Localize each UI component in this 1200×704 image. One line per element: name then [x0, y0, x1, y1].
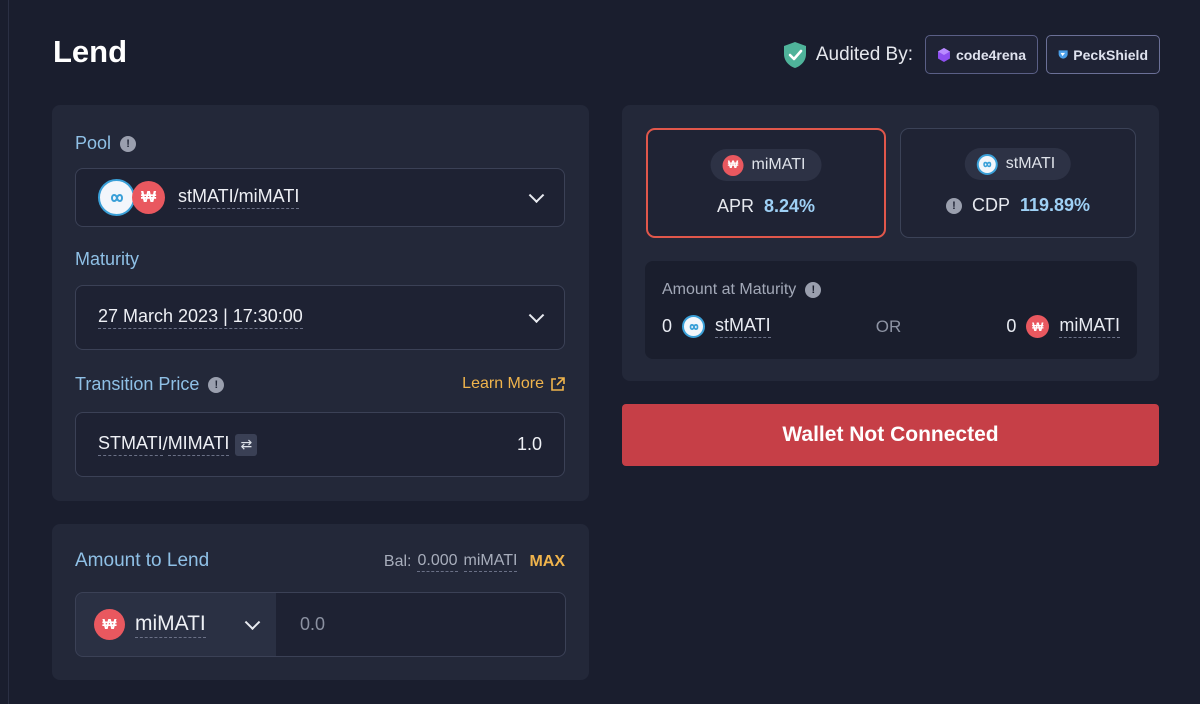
- pool-label-row: Pool !: [75, 133, 137, 154]
- apr-token-pill: ₩ miMATI: [710, 149, 822, 181]
- page-title: Lend: [53, 34, 128, 69]
- chevron-down-icon: [244, 613, 261, 630]
- stmati-token-icon: [976, 153, 998, 175]
- transition-price-label: Transition Price: [75, 374, 200, 394]
- stmati-token-icon: [98, 179, 135, 216]
- maturity-right-token: miMATI: [1059, 315, 1120, 338]
- stats-card: ₩ miMATI APR 8.24% stMATI ! CDP 119.89% …: [622, 105, 1159, 381]
- or-separator: OR: [875, 316, 902, 336]
- balance-value: 0.000: [417, 552, 458, 572]
- maturity-right-side: 0 ₩ miMATI: [1006, 315, 1120, 338]
- maturity-info-icon[interactable]: !: [805, 282, 822, 298]
- transition-pair-left: STMATI: [98, 433, 163, 456]
- cdp-info-icon[interactable]: !: [945, 197, 962, 214]
- apr-stat-box[interactable]: ₩ miMATI APR 8.24%: [646, 128, 886, 238]
- stmati-token-icon: [682, 315, 706, 338]
- amount-to-lend-label: Amount to Lend: [75, 550, 210, 571]
- wallet-not-connected-button[interactable]: Wallet Not Connected: [622, 404, 1159, 466]
- swap-icon[interactable]: ⇄: [235, 433, 258, 456]
- code4rena-badge[interactable]: code4rena: [925, 35, 1038, 74]
- mimati-token-icon: ₩: [94, 609, 125, 640]
- cdp-value: 119.89%: [1019, 195, 1091, 215]
- peckshield-label: PeckShield: [1073, 46, 1148, 63]
- cdp-token-pill: stMATI: [964, 148, 1072, 180]
- cdp-token-label: stMATI: [1005, 155, 1056, 172]
- balance-token: miMATI: [463, 552, 518, 572]
- apr-value: 8.24%: [763, 196, 816, 216]
- mimati-token-icon: ₩: [722, 154, 744, 176]
- pool-info-icon[interactable]: !: [120, 135, 137, 152]
- mimati-token-icon: ₩: [132, 181, 165, 214]
- apr-line: APR 8.24%: [648, 196, 884, 217]
- cdp-line: ! CDP 119.89%: [901, 195, 1135, 216]
- token-select-label: miMATI: [135, 612, 206, 638]
- cdp-stat-box[interactable]: stMATI ! CDP 119.89%: [900, 128, 1136, 238]
- apr-token-label: miMATI: [751, 156, 806, 173]
- maturity-right-value: 0: [1006, 316, 1017, 336]
- balance-prefix: Bal:: [383, 553, 412, 570]
- transition-price-value: 1.0: [516, 434, 542, 454]
- balance-row: Bal: 0.000 miMATI MAX: [384, 552, 565, 572]
- chevron-down-icon: [528, 306, 545, 323]
- maturity-left-value: 0: [662, 316, 673, 336]
- amount-input[interactable]: [276, 592, 566, 657]
- transition-pair-right: MIMATI: [167, 433, 230, 456]
- token-select[interactable]: ₩ miMATI: [75, 592, 277, 657]
- peckshield-logo-icon: [1058, 50, 1068, 59]
- amount-at-maturity-label: Amount at Maturity: [662, 281, 797, 298]
- amount-at-maturity-row: 0 stMATI OR 0 ₩ miMATI: [662, 315, 1120, 338]
- learn-more-link[interactable]: Learn More: [462, 375, 565, 393]
- external-link-icon: [551, 376, 565, 391]
- peckshield-badge[interactable]: PeckShield: [1046, 35, 1160, 74]
- chevron-down-icon: [528, 186, 545, 203]
- audited-by-section: Audited By: code4rena PeckShield: [782, 35, 1160, 74]
- amount-at-maturity-label-row: Amount at Maturity !: [662, 281, 822, 299]
- transition-price-field[interactable]: STMATI / MIMATI ⇄ 1.0: [75, 412, 565, 477]
- shield-check-icon: [783, 41, 806, 68]
- pool-select[interactable]: ₩ stMATI/miMATI: [75, 168, 565, 227]
- cdp-label: CDP: [971, 195, 1010, 215]
- maturity-left-side: 0 stMATI: [662, 315, 771, 338]
- transition-info-icon[interactable]: !: [208, 376, 225, 393]
- learn-more-label: Learn More: [462, 375, 544, 392]
- left-edge-divider: [8, 0, 9, 704]
- amount-at-maturity-panel: Amount at Maturity ! 0 stMATI OR 0 ₩ miM…: [645, 261, 1137, 359]
- pool-value: stMATI/miMATI: [178, 186, 300, 209]
- transition-label-row: Transition Price !: [75, 374, 225, 395]
- apr-label: APR: [716, 196, 754, 216]
- max-button[interactable]: MAX: [529, 553, 565, 571]
- audited-by-label: Audited By:: [815, 43, 913, 65]
- amount-card: Amount to Lend Bal: 0.000 miMATI MAX ₩ m…: [52, 524, 589, 680]
- mimati-token-icon: ₩: [1026, 315, 1050, 338]
- code4rena-label: code4rena: [955, 46, 1026, 63]
- maturity-left-token: stMATI: [715, 315, 771, 338]
- pool-label: Pool: [75, 133, 112, 153]
- maturity-value: 27 March 2023 | 17:30:00: [98, 306, 303, 329]
- lend-settings-card: Pool ! ₩ stMATI/miMATI Maturity 27 March…: [52, 105, 589, 501]
- maturity-label: Maturity: [75, 249, 140, 269]
- maturity-select[interactable]: 27 March 2023 | 17:30:00: [75, 285, 565, 350]
- code4rena-logo-icon: [937, 47, 950, 62]
